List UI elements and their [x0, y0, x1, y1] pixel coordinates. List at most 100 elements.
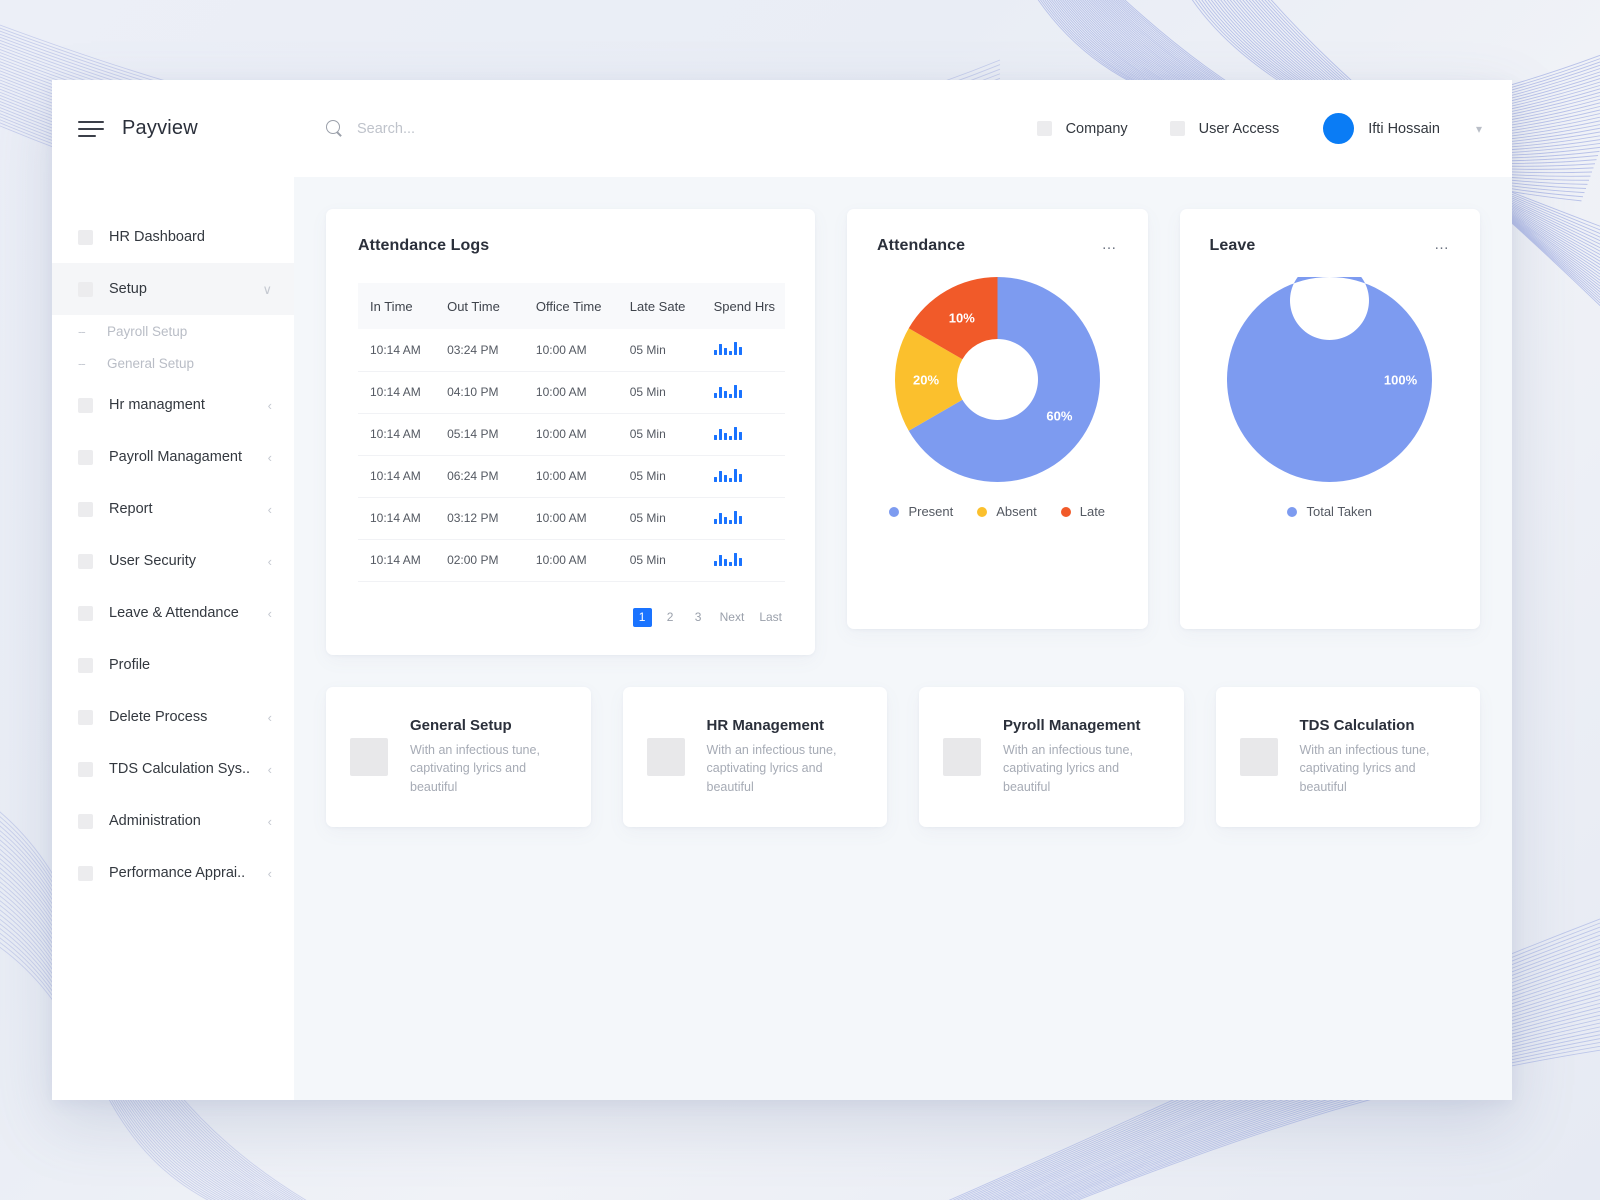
sidebar-item-label: Performance Apprai.. — [109, 865, 246, 881]
chevron-left-icon[interactable]: ‹ — [268, 815, 272, 828]
card-menu-icon[interactable]: … — [1102, 237, 1118, 252]
legend-color-dot — [1060, 506, 1071, 517]
topbar-link-company[interactable]: Company — [1036, 120, 1128, 137]
square-placeholder-icon — [78, 397, 93, 413]
info-card-desc: With an infectious tune, captivating lyri… — [1003, 743, 1133, 794]
table-cell-spend-hrs — [713, 413, 785, 456]
avatar — [1323, 113, 1355, 144]
table-cell-spend-hrs — [713, 497, 785, 540]
sidebar-item-report[interactable]: Report ‹ — [52, 483, 294, 535]
table-row[interactable]: 10:14 AM 06:24 PM 10:00 AM 05 Min — [358, 455, 785, 498]
user-menu[interactable]: Ifti Hossain ▾ — [1323, 113, 1482, 144]
sidebar-item-label: Profile — [109, 657, 151, 673]
table-column-header: In Time — [370, 298, 413, 314]
attendance-logs-card: Attendance Logs In Time Out Time Office Ti… — [326, 209, 815, 655]
square-placeholder-icon — [1169, 121, 1185, 136]
pagination-page-3[interactable]: 3 — [689, 608, 708, 627]
chart-title: Leave — [1209, 237, 1256, 254]
topbar-link-label: User Access — [1198, 120, 1280, 137]
square-placeholder-icon — [350, 737, 388, 776]
chevron-left-icon[interactable]: ‹ — [268, 555, 272, 568]
sidebar-item-hr-dashboard[interactable]: HR Dashboard — [52, 211, 294, 263]
dashboard-bottom-row: General Setup With an infectious tune, cap… — [326, 686, 1480, 827]
square-placeholder-icon — [1036, 121, 1052, 136]
sparkline-bar-chart-icon — [713, 510, 742, 524]
sidebar-subitem-payroll-setup[interactable]: -- Payroll Setup — [52, 315, 294, 347]
square-placeholder-icon — [78, 761, 93, 777]
pagination-last[interactable]: Last — [756, 608, 785, 627]
sidebar-item-profile[interactable]: Profile — [52, 639, 294, 691]
sidebar-item-label: TDS Calculation Sys.. — [109, 761, 251, 777]
table-row[interactable]: 10:14 AM 05:14 PM 10:00 AM 05 Min — [358, 413, 785, 456]
sidebar-item-label: User Security — [109, 553, 197, 569]
sidebar-item-administration[interactable]: Administration ‹ — [52, 795, 294, 847]
sidebar-item-leave-attendance[interactable]: Leave & Attendance ‹ — [52, 587, 294, 639]
pagination-next[interactable]: Next — [717, 608, 748, 627]
chevron-left-icon[interactable]: ‹ — [268, 867, 272, 880]
square-placeholder-icon — [78, 553, 93, 569]
legend-item[interactable]: Total Taken — [1287, 504, 1372, 519]
sidebar-item-user-security[interactable]: User Security ‹ — [52, 535, 294, 587]
table-cell-in: 10:14 AM — [358, 497, 448, 540]
sidebar-subitem-label: General Setup — [107, 355, 195, 371]
table-header-row: In Time Out Time Office Time Late Sate Spend… — [358, 283, 785, 329]
sidebar-item-payroll-managament[interactable]: Payroll Managament ‹ — [52, 431, 294, 483]
chevron-left-icon[interactable]: ‹ — [268, 503, 272, 516]
pagination-page-2[interactable]: 2 — [661, 608, 680, 627]
info-card-tds-calculation[interactable]: TDS Calculation With an infectious tune, c… — [1215, 686, 1480, 827]
attendance-legend: Present Absent Late — [877, 504, 1118, 519]
pagination-page-1[interactable]: 1 — [632, 607, 652, 627]
table-cell-out: 04:10 PM — [447, 371, 536, 414]
chevron-left-icon[interactable]: ‹ — [268, 399, 272, 412]
leave-chart-card: Leave … 100% Total Taken — [1179, 209, 1480, 629]
chevron-down-icon[interactable]: ▾ — [1476, 122, 1482, 136]
right-pane: Company User Access Ifti Hossain ▾ — [294, 80, 1512, 1100]
sidebar-subitem-label: Payroll Setup — [107, 323, 188, 339]
table-cell-in: 10:14 AM — [358, 455, 448, 498]
info-card-desc: With an infectious tune, captivating lyri… — [706, 743, 837, 794]
table-cell-out: 06:24 PM — [447, 455, 536, 498]
chevron-left-icon[interactable]: ‹ — [268, 607, 272, 620]
card-header: Leave … — [1210, 237, 1451, 255]
legend-item[interactable]: Present — [889, 504, 953, 519]
donut-slice-label: 10% — [948, 311, 974, 326]
square-placeholder-icon — [78, 229, 93, 245]
chevron-left-icon[interactable]: ‹ — [268, 711, 272, 724]
topbar-link-label: Company — [1065, 120, 1128, 137]
search-icon — [326, 120, 343, 137]
table-row[interactable]: 10:14 AM 02:00 PM 10:00 AM 05 Min — [358, 539, 785, 582]
sidebar-item-tds-calculation-sys[interactable]: TDS Calculation Sys.. ‹ — [52, 743, 294, 795]
chevron-left-icon[interactable]: ‹ — [268, 763, 272, 776]
table-row[interactable]: 10:14 AM 03:12 PM 10:00 AM 05 Min — [358, 497, 785, 540]
search-box[interactable] — [326, 120, 995, 137]
table-cell-late: 05 Min — [629, 497, 714, 540]
dash-icon: -- — [78, 323, 86, 339]
table-column-header: Late Sate — [629, 298, 686, 314]
sidebar-subitem-general-setup[interactable]: -- General Setup — [52, 347, 294, 379]
legend-item[interactable]: Absent — [977, 504, 1037, 519]
info-card-hr-management[interactable]: HR Management With an infectious tune, cap… — [622, 686, 887, 827]
square-placeholder-icon — [78, 657, 93, 673]
topbar-link-user-access[interactable]: User Access — [1169, 120, 1280, 137]
chevron-left-icon[interactable]: ‹ — [268, 451, 272, 464]
page-title: Attendance Logs — [358, 237, 490, 254]
legend-item[interactable]: Late — [1060, 504, 1105, 519]
info-card-pyroll-management[interactable]: Pyroll Management With an infectious tune… — [919, 686, 1184, 827]
table-row[interactable]: 10:14 AM 03:24 PM 10:00 AM 05 Min — [358, 329, 785, 372]
info-card-general-setup[interactable]: General Setup With an infectious tune, cap… — [326, 686, 591, 827]
search-input[interactable] — [357, 120, 697, 137]
hamburger-icon[interactable] — [78, 120, 104, 137]
sidebar-item-hr-managment[interactable]: Hr managment ‹ — [52, 379, 294, 431]
sidebar-item-delete-process[interactable]: Delete Process ‹ — [52, 691, 294, 743]
chevron-down-icon[interactable]: ∨ — [262, 283, 272, 296]
info-card-text: Pyroll Management With an infectious tune… — [1003, 717, 1156, 795]
table-row[interactable]: 10:14 AM 04:10 PM 10:00 AM 05 Min — [358, 371, 785, 414]
sidebar-item-setup[interactable]: Setup ∨ — [52, 263, 294, 315]
sidebar-item-performance-apprai[interactable]: Performance Apprai.. ‹ — [52, 847, 294, 899]
card-menu-icon[interactable]: … — [1434, 237, 1450, 252]
legend-color-dot — [977, 506, 988, 517]
table-column-header: Spend Hrs — [713, 298, 776, 314]
table-cell-office: 10:00 AM — [535, 413, 630, 456]
table-cell-spend-hrs — [713, 455, 785, 498]
attendance-logs-table: In Time Out Time Office Time Late Sate Spend… — [358, 283, 785, 582]
